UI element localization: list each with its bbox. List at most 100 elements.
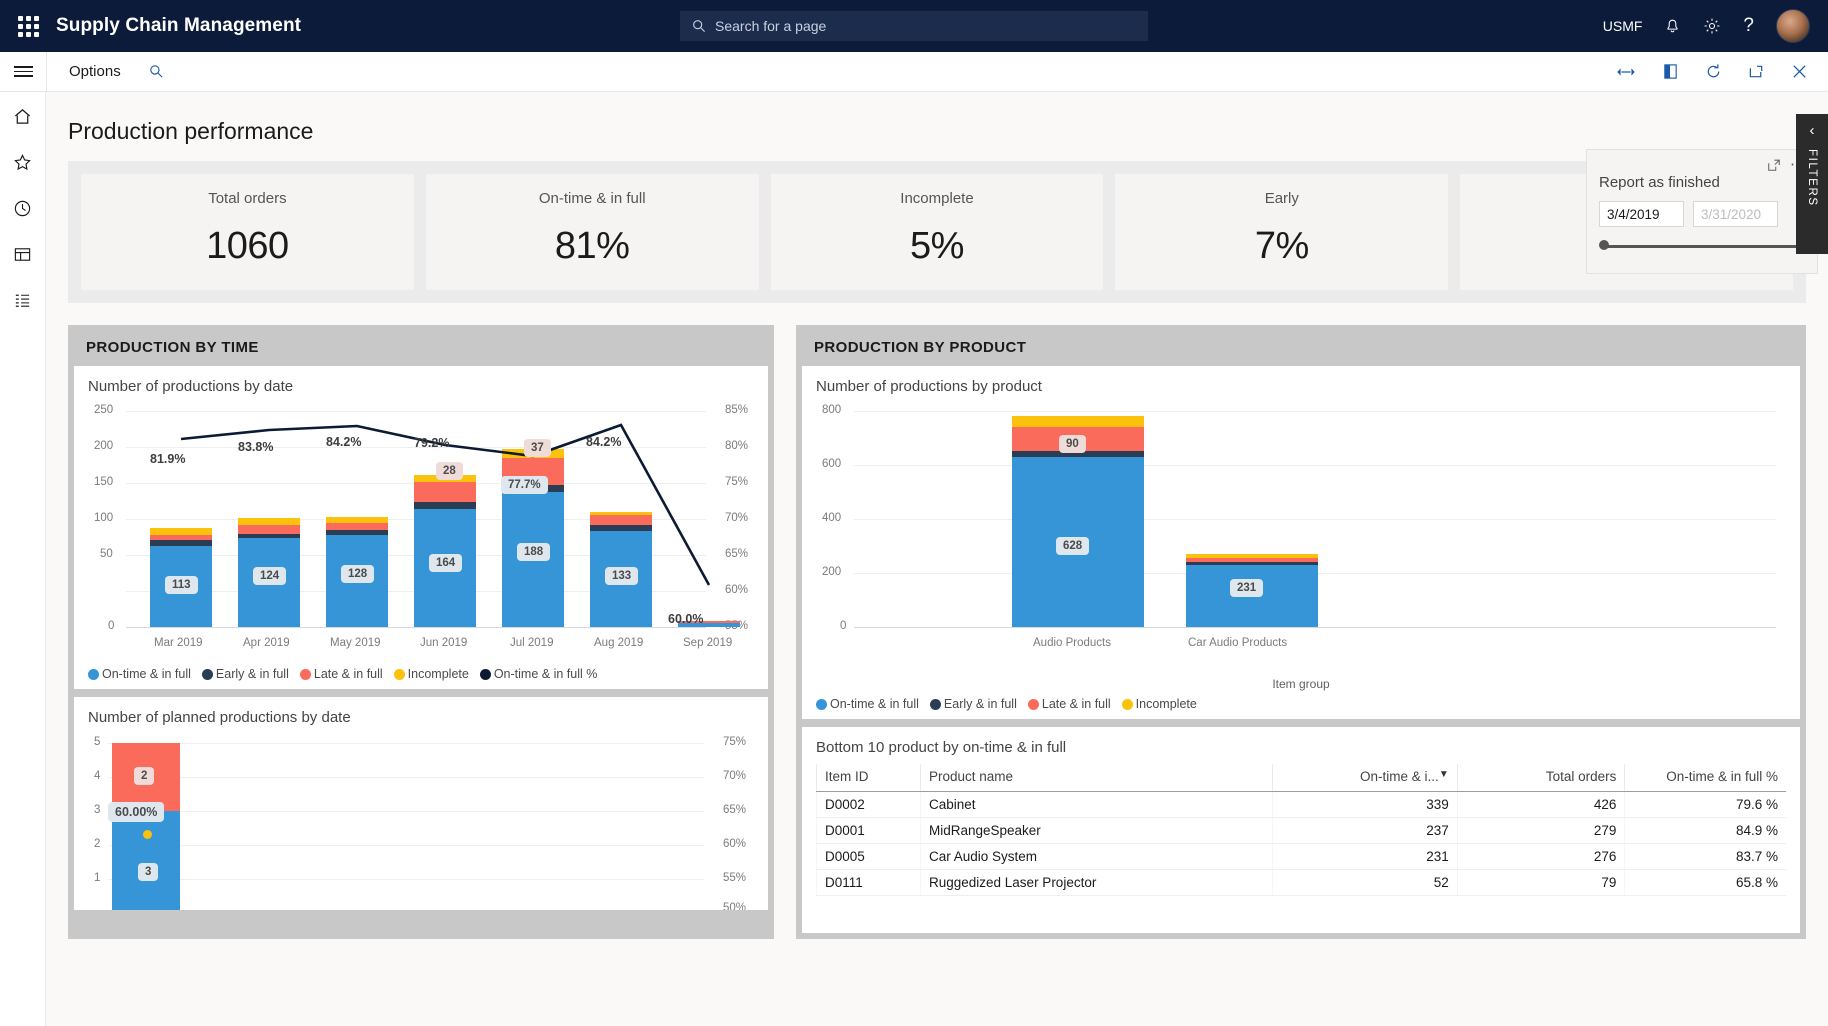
legend-label: On-time & in full %: [493, 667, 598, 681]
bar-segment-late[interactable]: [414, 482, 476, 502]
legend-item-ontime[interactable]: On-time & in full: [816, 697, 919, 711]
sort-desc-icon[interactable]: ▼: [1439, 769, 1449, 780]
bar-segment-late[interactable]: [1186, 558, 1318, 562]
bar-segment-early[interactable]: [414, 502, 476, 509]
slider-handle-left[interactable]: [1599, 240, 1609, 250]
bar-segment-incomplete[interactable]: [590, 512, 652, 515]
search-input[interactable]: Search for a page: [680, 11, 1148, 41]
table-row[interactable]: D0111 Ruggedized Laser Projector 52 79 6…: [816, 869, 1786, 896]
favorites-star-icon[interactable]: [11, 150, 35, 174]
company-selector[interactable]: USMF: [1603, 18, 1643, 34]
y-axis-tick: 250: [94, 404, 114, 416]
kpi-incomplete[interactable]: Incomplete 5%: [770, 174, 1104, 290]
command-bar: Options: [0, 51, 1828, 92]
chart-productions-by-product[interactable]: 800 600 400 200 0 90 628 231 Audio Produ…: [816, 399, 1786, 661]
expand-icon[interactable]: [1767, 158, 1781, 172]
popout-icon[interactable]: [1748, 63, 1765, 80]
chevron-left-icon[interactable]: ‹: [1810, 122, 1815, 139]
kpi-total-orders[interactable]: Total orders 1060: [81, 174, 414, 290]
bar-segment-late[interactable]: [150, 535, 212, 540]
bell-icon[interactable]: [1664, 18, 1681, 35]
bar-segment-ontime[interactable]: [112, 811, 180, 910]
line-label: 60.0%: [668, 612, 704, 626]
chart-planned-productions-by-date[interactable]: 5 4 3 2 1 75% 70% 65% 60% 55% 50% 2 60.0…: [88, 730, 754, 910]
y-axis-tick: 600: [822, 458, 842, 470]
bar-segment-early[interactable]: [1186, 562, 1318, 565]
bar-segment-incomplete[interactable]: [1186, 554, 1318, 558]
bar-segment-late[interactable]: [590, 515, 652, 525]
link-icon[interactable]: [1616, 65, 1636, 79]
workspaces-icon[interactable]: [11, 242, 35, 266]
y-axis-tick: 4: [94, 770, 101, 782]
legend-item-ontime[interactable]: On-time & in full: [88, 667, 191, 681]
refresh-icon[interactable]: [1705, 63, 1722, 80]
date-range-slider[interactable]: [1599, 239, 1805, 253]
chart-title: Number of productions by product: [816, 378, 1042, 395]
bar-segment-late[interactable]: [238, 525, 300, 534]
legend-item-ontime-pct[interactable]: On-time & in full %: [479, 667, 598, 681]
legend-item-late[interactable]: Late & in full: [299, 667, 383, 681]
line-label: 81.9%: [150, 452, 186, 466]
y-axis-tick: 5: [94, 736, 101, 748]
column-header-product-name[interactable]: Product name: [919, 764, 1273, 792]
x-axis-tick: Sep 2019: [683, 637, 733, 649]
cell-on-time-pct: 79.6 %: [1624, 791, 1786, 818]
legend-label: Late & in full: [313, 667, 383, 681]
modules-list-icon[interactable]: [11, 288, 35, 312]
cell-on-time: 52: [1272, 869, 1458, 896]
y-axis-tick: 200: [94, 440, 114, 452]
open-in-new-icon[interactable]: [1662, 63, 1679, 80]
column-header-item-id[interactable]: Item ID: [816, 764, 921, 792]
hamburger-icon[interactable]: [0, 63, 46, 80]
report-as-finished-filter-card: ⋯ Report as finished 3/4/2019 3/31/2020: [1586, 149, 1818, 274]
bar-segment-incomplete[interactable]: [238, 518, 300, 525]
line-data-label: 77.7%: [501, 476, 548, 494]
cell-total-orders: 426: [1456, 791, 1625, 818]
legend-item-incomplete[interactable]: Incomplete: [393, 667, 469, 681]
chart-productions-by-date[interactable]: 250 200 150 100 50 0 85% 80% 75% 70% 65%…: [88, 399, 754, 661]
bar-segment-early[interactable]: [238, 534, 300, 538]
table-row[interactable]: D0002 Cabinet 339 426 79.6 %: [816, 791, 1786, 818]
legend-item-late[interactable]: Late & in full: [1027, 697, 1111, 711]
line-label: 83.8%: [238, 440, 274, 454]
legend-label: Incomplete: [1135, 697, 1197, 711]
legend-label: On-time & in full: [102, 667, 191, 681]
table-row[interactable]: D0005 Car Audio System 231 276 83.7 %: [816, 843, 1786, 870]
y2-axis-tick: 60%: [722, 838, 746, 850]
options-button[interactable]: Options: [69, 63, 121, 80]
x-axis-tick: Aug 2019: [594, 637, 644, 649]
app-launcher-icon[interactable]: [0, 15, 56, 37]
home-icon[interactable]: [11, 104, 35, 128]
user-avatar[interactable]: [1776, 9, 1810, 43]
bar-segment-early[interactable]: [150, 540, 212, 546]
close-icon[interactable]: [1791, 63, 1808, 80]
kpi-early[interactable]: Early 7%: [1115, 174, 1449, 290]
bar-segment-incomplete[interactable]: [150, 528, 212, 535]
legend-item-incomplete[interactable]: Incomplete: [1121, 697, 1197, 711]
filters-panel-tab[interactable]: ‹ FILTERS: [1796, 114, 1828, 254]
app-title: Supply Chain Management: [56, 15, 302, 36]
bar-data-label: 124: [253, 567, 287, 585]
bar-segment-incomplete[interactable]: [1012, 416, 1144, 427]
kpi-on-time-in-full[interactable]: On-time & in full 81%: [425, 174, 759, 290]
bar-segment-incomplete[interactable]: [326, 517, 388, 523]
column-header-on-time-in-full-pct[interactable]: On-time & in full %: [1624, 764, 1786, 792]
question-icon[interactable]: ?: [1743, 15, 1754, 37]
y-axis-tick: 1: [94, 872, 101, 884]
date-from-input[interactable]: 3/4/2019: [1599, 201, 1684, 227]
column-header-total-orders[interactable]: Total orders: [1456, 764, 1625, 792]
y2-axis-tick: 75%: [724, 476, 748, 488]
gear-icon[interactable]: [1703, 17, 1721, 35]
bar-segment-late[interactable]: [326, 523, 388, 530]
date-to-input[interactable]: 3/31/2020: [1693, 201, 1778, 227]
table-title: Bottom 10 product by on-time & in full: [816, 739, 1067, 756]
table-row[interactable]: D0001 MidRangeSpeaker 237 279 84.9 %: [816, 817, 1786, 844]
find-search-icon[interactable]: [149, 64, 164, 79]
legend-item-early[interactable]: Early & in full: [929, 697, 1017, 711]
bar-segment-early[interactable]: [590, 525, 652, 531]
legend-item-early[interactable]: Early & in full: [201, 667, 289, 681]
cell-total-orders: 276: [1456, 843, 1625, 870]
column-header-on-time-in-full[interactable]: On-time & i... ▼: [1272, 764, 1458, 792]
bar-segment-early[interactable]: [326, 530, 388, 535]
recent-clock-icon[interactable]: [11, 196, 35, 220]
